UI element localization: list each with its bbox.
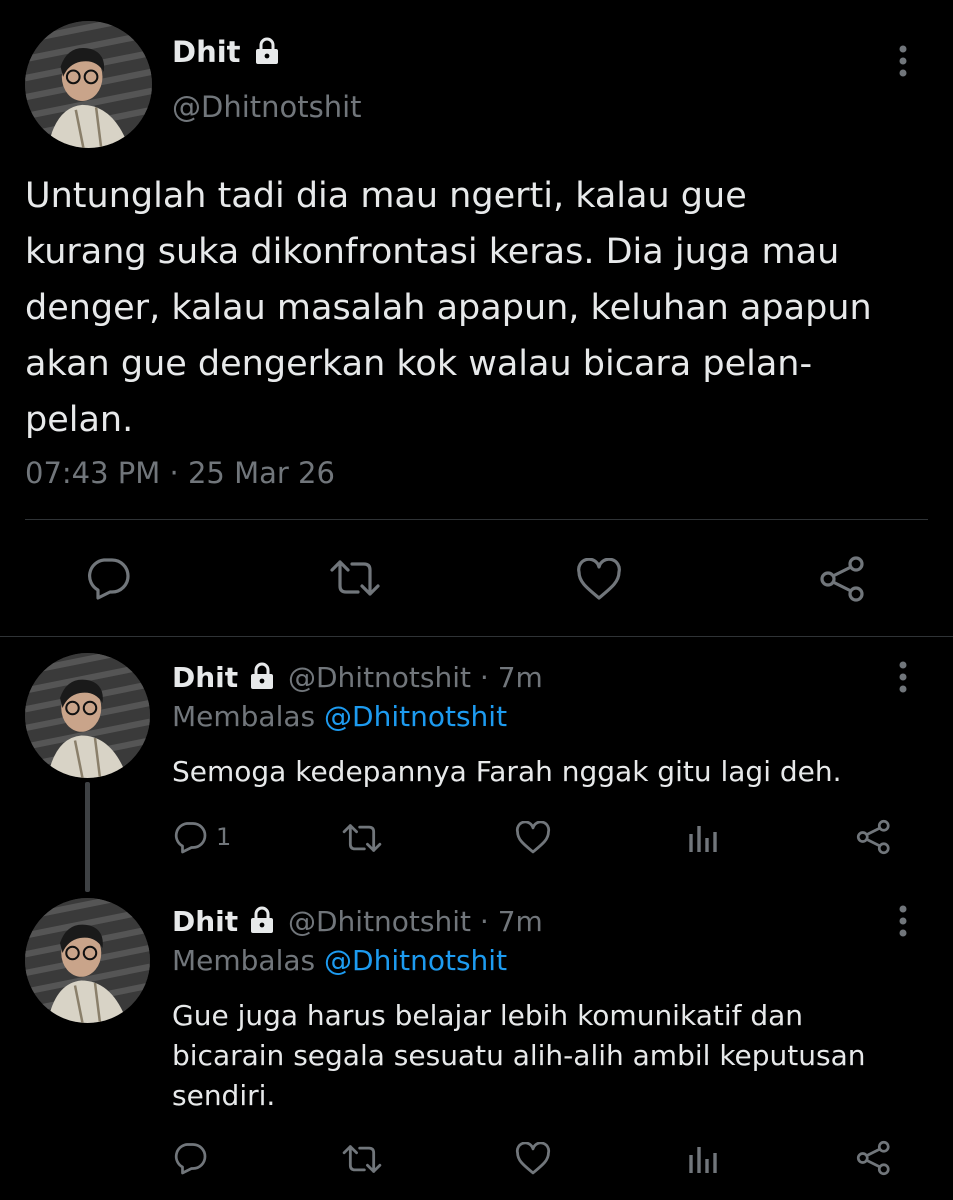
analytics-icon	[689, 1147, 717, 1173]
tweet-text-line: pelan.	[25, 400, 134, 440]
profile-photo	[25, 21, 152, 148]
like-button[interactable]	[514, 1142, 552, 1176]
reply-icon	[174, 1143, 207, 1175]
lock-icon	[255, 37, 278, 64]
more-options-icon[interactable]	[893, 660, 913, 694]
share-icon	[856, 1140, 890, 1176]
handle[interactable]: @Dhitnotshit	[288, 661, 471, 694]
mention-link[interactable]: @Dhitnotshit	[324, 944, 507, 977]
retweet-button[interactable]	[341, 1143, 383, 1175]
timestamp[interactable]: 07:43 PM · 25 Mar 26	[25, 453, 335, 493]
tweet-text-line: denger, kalau masalah apapun, keluhan ap…	[25, 288, 872, 328]
display-name[interactable]: Dhit	[172, 35, 241, 69]
analytics-icon	[689, 826, 717, 852]
handle[interactable]: @Dhitnotshit	[172, 87, 362, 127]
share-icon	[820, 556, 864, 602]
analytics-button[interactable]	[687, 822, 719, 854]
retweet-button[interactable]	[328, 558, 382, 598]
lock-icon	[251, 662, 274, 689]
analytics-button[interactable]	[687, 1143, 719, 1175]
more-options-icon[interactable]	[893, 44, 913, 78]
share-button[interactable]	[855, 1140, 893, 1176]
tweet-text-line: Semoga kedepannya Farah nggak gitu lagi …	[172, 755, 842, 788]
avatar[interactable]	[25, 21, 152, 148]
lock-icon	[251, 906, 274, 933]
replying-to: Membalas @Dhitnotshit	[172, 941, 507, 981]
share-button[interactable]	[855, 819, 893, 855]
like-button[interactable]	[514, 821, 552, 855]
section-divider	[0, 636, 953, 637]
retweet-icon	[330, 560, 380, 596]
tweet-text-line: akan gue dengerkan kok walau bicara pela…	[25, 344, 813, 384]
like-icon	[515, 821, 551, 854]
tweet-text-line: kurang suka dikonfrontasi keras. Dia jug…	[25, 232, 840, 272]
like-icon	[577, 558, 621, 600]
avatar[interactable]	[25, 898, 150, 1023]
avatar[interactable]	[25, 653, 150, 778]
replying-label: Membalas	[172, 944, 316, 977]
relative-time[interactable]: · 7m	[480, 905, 543, 938]
more-options-icon[interactable]	[893, 904, 913, 938]
handle[interactable]: @Dhitnotshit	[288, 905, 471, 938]
tweet-text-line: sendiri.	[172, 1079, 276, 1112]
reply-button[interactable]: 1	[172, 820, 231, 854]
share-icon	[856, 819, 890, 855]
retweet-icon	[342, 1145, 382, 1173]
tweet-text: Semoga kedepannya Farah nggak gitu lagi …	[172, 752, 842, 792]
tweet-text-line: Gue juga harus belajar lebih komunikatif…	[172, 999, 804, 1032]
share-button[interactable]	[818, 555, 868, 603]
reply-icon	[88, 558, 130, 600]
profile-photo	[25, 653, 150, 778]
reply-count: 1	[216, 823, 232, 851]
display-name[interactable]: Dhit	[172, 905, 238, 938]
retweet-icon	[342, 824, 382, 852]
like-button[interactable]	[575, 558, 623, 602]
reply-icon	[174, 822, 207, 854]
display-name[interactable]: Dhit	[172, 661, 238, 694]
reply-button[interactable]	[84, 556, 132, 600]
tweet-text-line: bicarain segala sesuatu alih-alih ambil …	[172, 1039, 866, 1072]
thread-line	[85, 782, 90, 892]
mention-link[interactable]: @Dhitnotshit	[324, 700, 507, 733]
relative-time[interactable]: · 7m	[480, 661, 543, 694]
replying-to: Membalas @Dhitnotshit	[172, 697, 507, 737]
tweet-text: Gue juga harus belajar lebih komunikatif…	[172, 996, 866, 1116]
retweet-button[interactable]	[341, 822, 383, 854]
reply-button[interactable]	[172, 1141, 216, 1175]
tweet-text-line: Untunglah tadi dia mau ngerti, kalau gue	[25, 176, 747, 216]
divider	[25, 519, 928, 520]
replying-label: Membalas	[172, 700, 316, 733]
tweet-text: Untunglah tadi dia mau ngerti, kalau gue…	[25, 168, 935, 448]
profile-photo	[25, 898, 150, 1023]
like-icon	[515, 1142, 551, 1175]
